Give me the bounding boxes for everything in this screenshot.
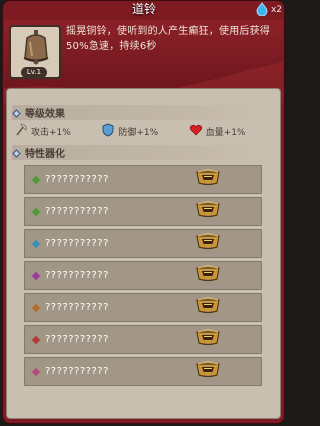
trait-name: ??????????? [45,206,109,217]
heart-icon [189,123,203,140]
gem-icon [255,1,269,20]
rank-badge-icon [195,296,221,318]
page-title: 道铃 [131,2,156,16]
bonus-label: 攻击+1% [31,127,71,138]
bonus-label: 防御+1% [118,127,159,138]
gem-dot-icon [31,367,41,376]
section-traits: 特性器化 [12,145,274,160]
gem-dot-icon [31,303,41,312]
rank-badge-icon [195,232,221,254]
trait-name: ??????????? [45,366,109,377]
trait-row[interactable]: ??????????? [24,197,262,226]
trait-row[interactable]: ??????????? [24,229,262,258]
axe-icon [14,123,28,140]
trait-row[interactable]: ??????????? [24,357,262,386]
section-level-effects: 等级效果 [12,105,274,120]
trait-name: ??????????? [45,334,109,345]
trait-name: ??????????? [45,302,109,313]
diamond-icon [12,143,21,162]
item-description: 摇晃铜铃，使听到的人产生癫狂，使用后获得50%急速，持续6秒 [66,26,270,52]
section-title: 特性器化 [25,149,65,160]
gem-counter: x2 [255,0,282,20]
rank-badge-icon [195,200,221,222]
rank-badge-icon [195,328,221,350]
trait-name: ??????????? [45,238,109,249]
bonus-defense: 防御+1% [101,122,188,140]
trait-name: ??????????? [45,174,109,185]
shield-icon [101,122,115,140]
section-title: 等级效果 [25,109,65,120]
rank-badge-icon [195,360,221,382]
trait-row[interactable]: ??????????? [24,325,262,354]
level-bonuses: 攻击+1% 防御+1% 血量+1% [14,122,276,140]
bonus-health: 血量+1% [189,123,276,140]
diamond-icon [12,103,21,122]
bonus-label: 血量+1% [205,127,246,138]
gem-dot-icon [31,207,41,216]
gem-count: x2 [270,5,282,15]
rank-badge-icon [195,168,221,190]
trait-row[interactable]: ??????????? [24,261,262,290]
rank-badge-icon [195,264,221,286]
gem-dot-icon [31,335,41,344]
gem-dot-icon [31,239,41,248]
trait-row[interactable]: ??????????? [24,293,262,322]
trait-row[interactable]: ??????????? [24,165,262,194]
gem-dot-icon [31,175,41,184]
trait-name: ??????????? [45,270,109,281]
gem-dot-icon [31,271,41,280]
bonus-attack: 攻击+1% [14,123,101,140]
